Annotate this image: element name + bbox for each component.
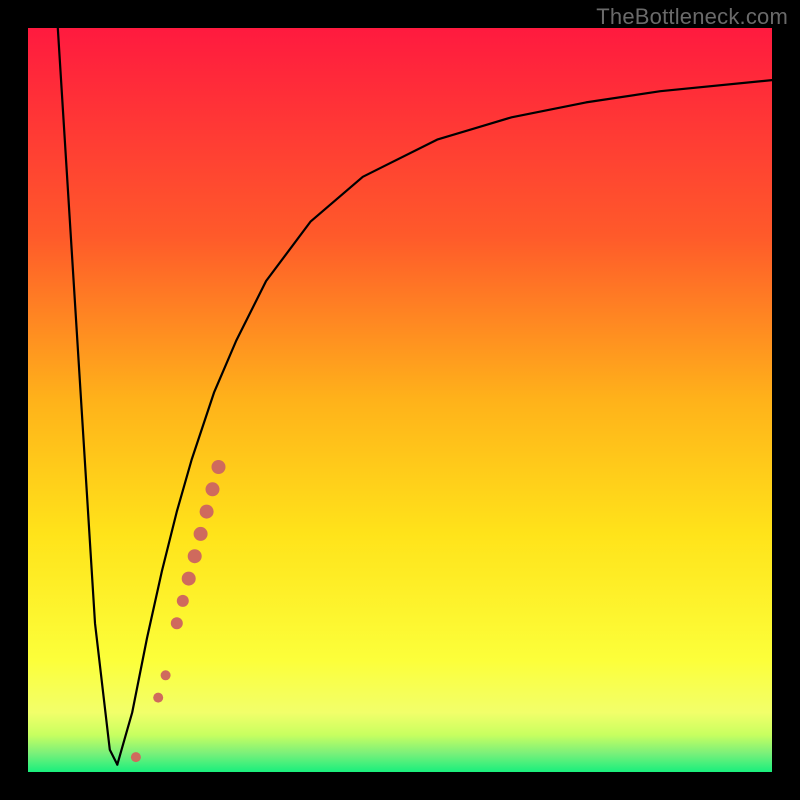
data-marker <box>177 595 189 607</box>
data-marker <box>212 460 226 474</box>
data-marker <box>206 482 220 496</box>
watermark-text: TheBottleneck.com <box>596 4 788 30</box>
data-marker <box>153 693 163 703</box>
data-marker <box>200 505 214 519</box>
series-left-branch <box>58 28 118 765</box>
data-marker <box>188 549 202 563</box>
data-marker <box>131 752 141 762</box>
data-marker <box>194 527 208 541</box>
plot-area <box>28 28 772 772</box>
data-marker <box>182 572 196 586</box>
curve-layer <box>28 28 772 772</box>
data-marker <box>161 670 171 680</box>
data-marker <box>171 617 183 629</box>
series-right-branch <box>117 80 772 765</box>
outer-frame: TheBottleneck.com <box>0 0 800 800</box>
bottleneck-curve <box>58 28 772 765</box>
